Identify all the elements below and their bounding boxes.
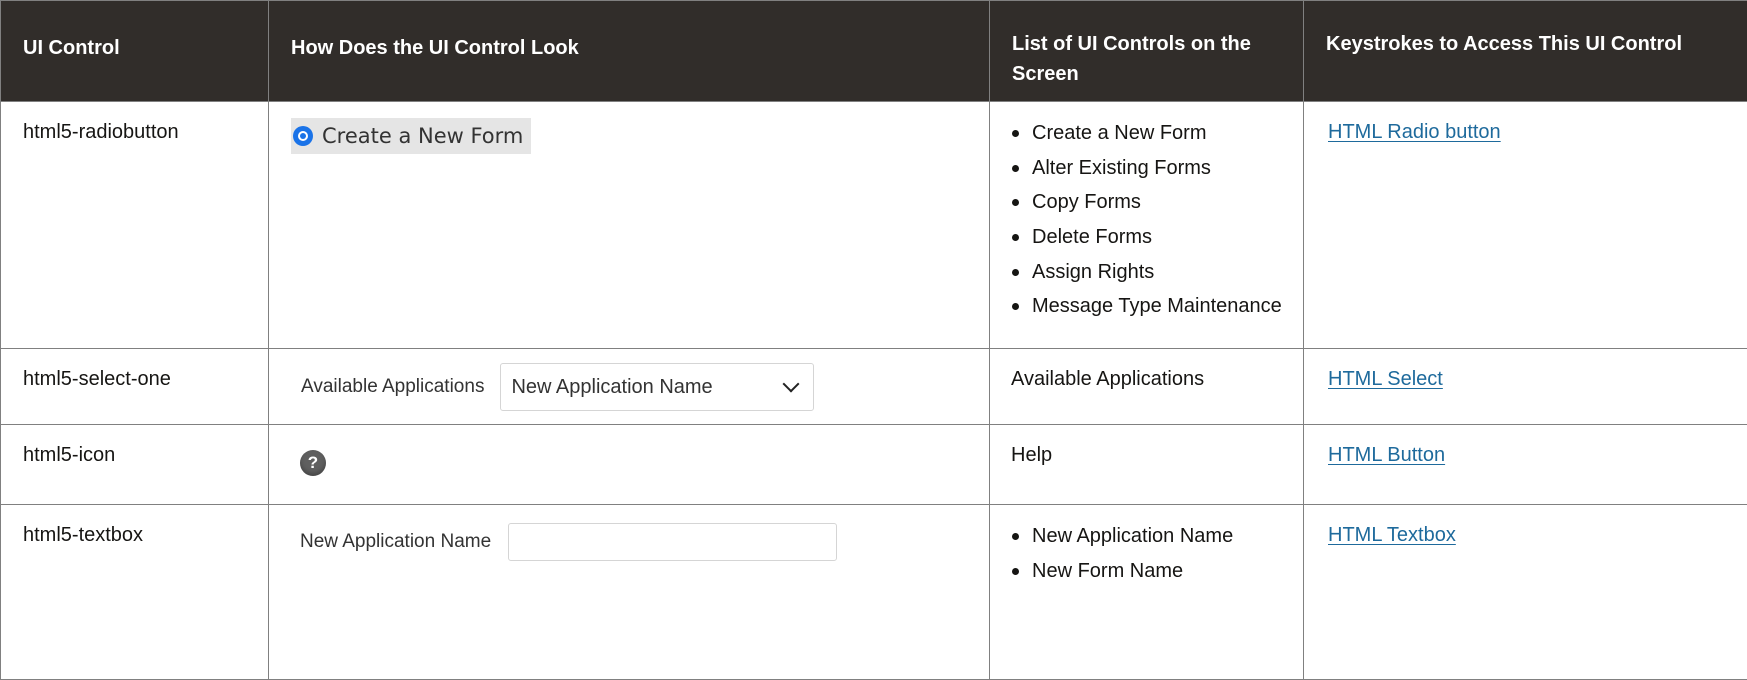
list-item: Alter Existing Forms xyxy=(1012,155,1291,181)
radio-sample[interactable]: Create a New Form xyxy=(291,118,532,154)
control-look-cell: Create a New Form xyxy=(268,101,990,349)
textbox-link[interactable]: HTML Textbox xyxy=(1328,524,1456,546)
ui-controls-table: UI Control How Does the UI Control Look … xyxy=(0,0,1747,680)
chevron-down-icon[interactable] xyxy=(782,375,800,393)
keystroke-cell: HTML Select xyxy=(1303,348,1747,425)
control-name: html5-radiobutton xyxy=(0,101,269,349)
header-how-it-looks: How Does the UI Control Look xyxy=(268,0,990,102)
header-ui-control: UI Control xyxy=(0,0,269,102)
control-name: html5-textbox xyxy=(0,504,269,680)
controls-text-cell: Available Applications xyxy=(989,348,1304,425)
radio-selected-icon[interactable] xyxy=(293,126,313,146)
control-look-cell: Available Applications New Application N… xyxy=(268,348,990,425)
controls-text-cell: Help xyxy=(989,424,1304,505)
control-look-cell: New Application Name xyxy=(268,504,990,680)
controls-list-cell: New Application Name New Form Name xyxy=(989,504,1304,680)
table-header-row: UI Control How Does the UI Control Look … xyxy=(0,0,1747,102)
list-item: New Form Name xyxy=(1012,558,1291,584)
application-select[interactable]: New Application Name xyxy=(500,363,815,411)
keystroke-cell: HTML Textbox xyxy=(1303,504,1747,680)
table-row: html5-radiobutton Create a New Form Crea… xyxy=(0,101,1747,349)
list-item: Message Type Maintenance xyxy=(1012,293,1291,319)
list-item: Create a New Form xyxy=(1012,120,1291,146)
radio-button-link[interactable]: HTML Radio button xyxy=(1328,121,1501,143)
radio-label: Create a New Form xyxy=(322,124,524,148)
control-name: html5-icon xyxy=(0,424,269,505)
textbox-sample: New Application Name xyxy=(291,523,977,561)
keystroke-cell: HTML Button xyxy=(1303,424,1747,505)
controls-list: Create a New Form Alter Existing Forms C… xyxy=(990,120,1291,319)
application-name-input[interactable] xyxy=(508,523,838,561)
list-item: Delete Forms xyxy=(1012,224,1291,250)
list-item: New Application Name xyxy=(1012,523,1291,549)
keystroke-cell: HTML Radio button xyxy=(1303,101,1747,349)
help-icon[interactable]: ? xyxy=(300,450,326,476)
table-row: html5-icon ? Help HTML Button xyxy=(0,424,1747,505)
table-row: html5-textbox New Application Name New A… xyxy=(0,504,1747,680)
header-list-of-controls: List of UI Controls on the Screen xyxy=(989,0,1304,102)
control-look-cell: ? xyxy=(268,424,990,505)
list-item: Copy Forms xyxy=(1012,189,1291,215)
table-row: html5-select-one Available Applications … xyxy=(0,348,1747,425)
header-keystrokes: Keystrokes to Access This UI Control xyxy=(1303,0,1747,102)
control-name: html5-select-one xyxy=(0,348,269,425)
button-link[interactable]: HTML Button xyxy=(1328,444,1445,466)
textbox-label: New Application Name xyxy=(300,531,492,552)
list-item: Assign Rights xyxy=(1012,259,1291,285)
select-sample: Available Applications New Application N… xyxy=(291,363,977,411)
select-label: Available Applications xyxy=(301,376,485,397)
select-link[interactable]: HTML Select xyxy=(1328,368,1443,390)
controls-list: New Application Name New Form Name xyxy=(990,523,1291,584)
select-value: New Application Name xyxy=(511,376,713,398)
controls-list-cell: Create a New Form Alter Existing Forms C… xyxy=(989,101,1304,349)
